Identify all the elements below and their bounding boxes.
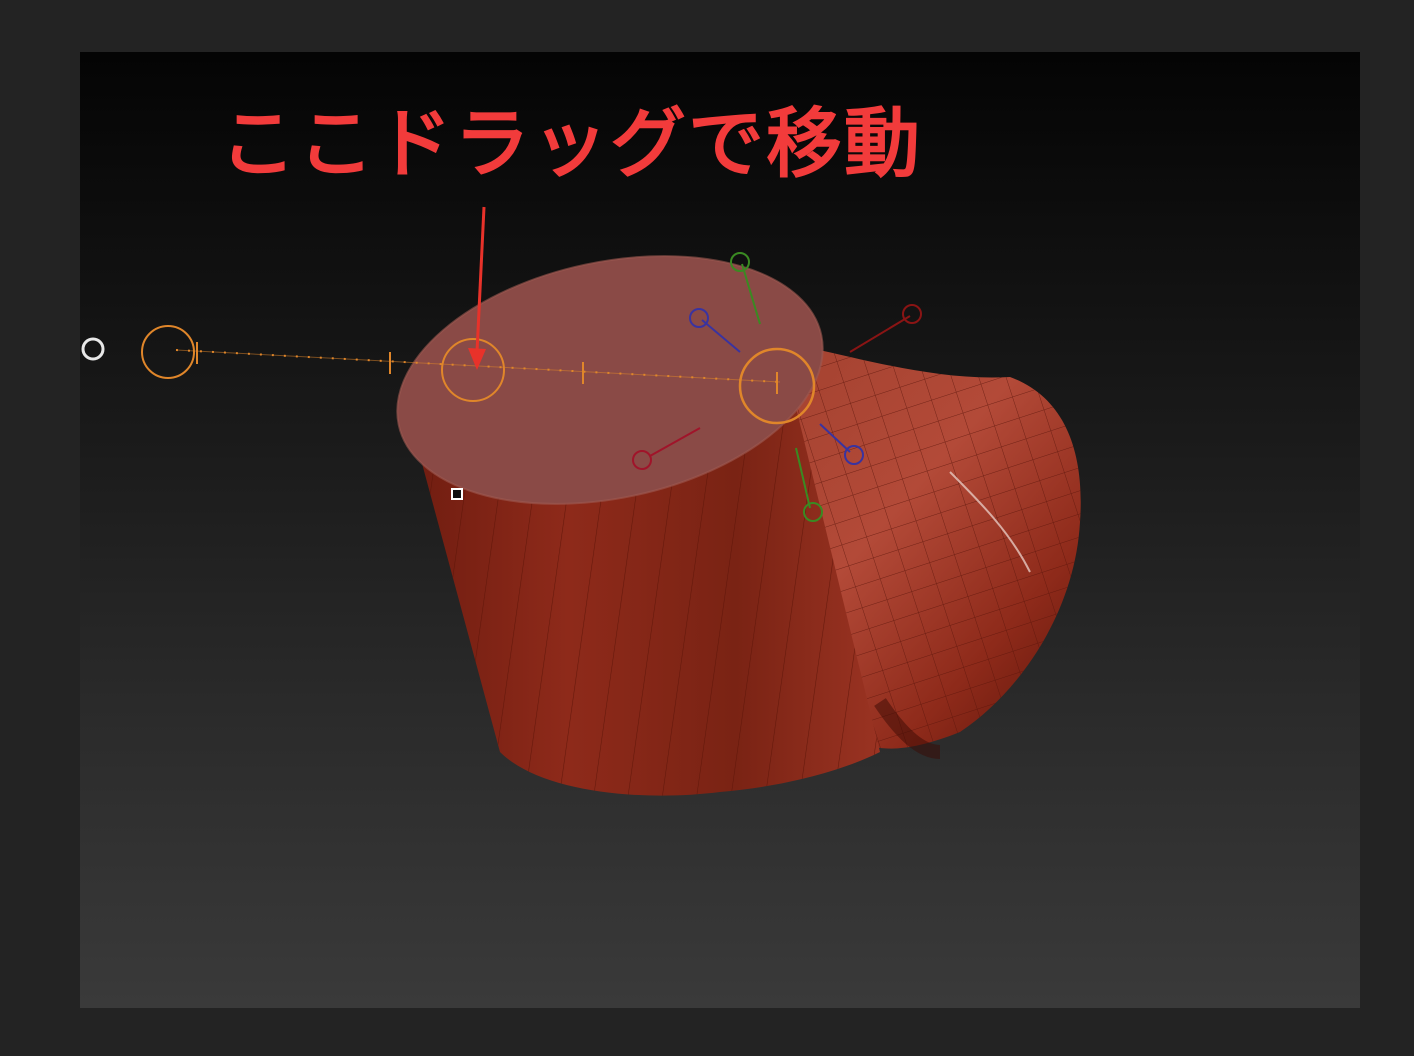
scene-canvas xyxy=(81,206,1081,796)
pivot-marker-icon[interactable] xyxy=(451,488,463,500)
3d-viewport[interactable]: ここドラッグで移動 xyxy=(80,52,1360,1008)
cursor-ring-icon xyxy=(81,337,105,361)
annotation-label: ここドラッグで移動 xyxy=(220,99,922,188)
screenshot-frame: ここドラッグで移動 xyxy=(0,0,1414,1056)
transpose-start-ring[interactable] xyxy=(141,325,195,379)
